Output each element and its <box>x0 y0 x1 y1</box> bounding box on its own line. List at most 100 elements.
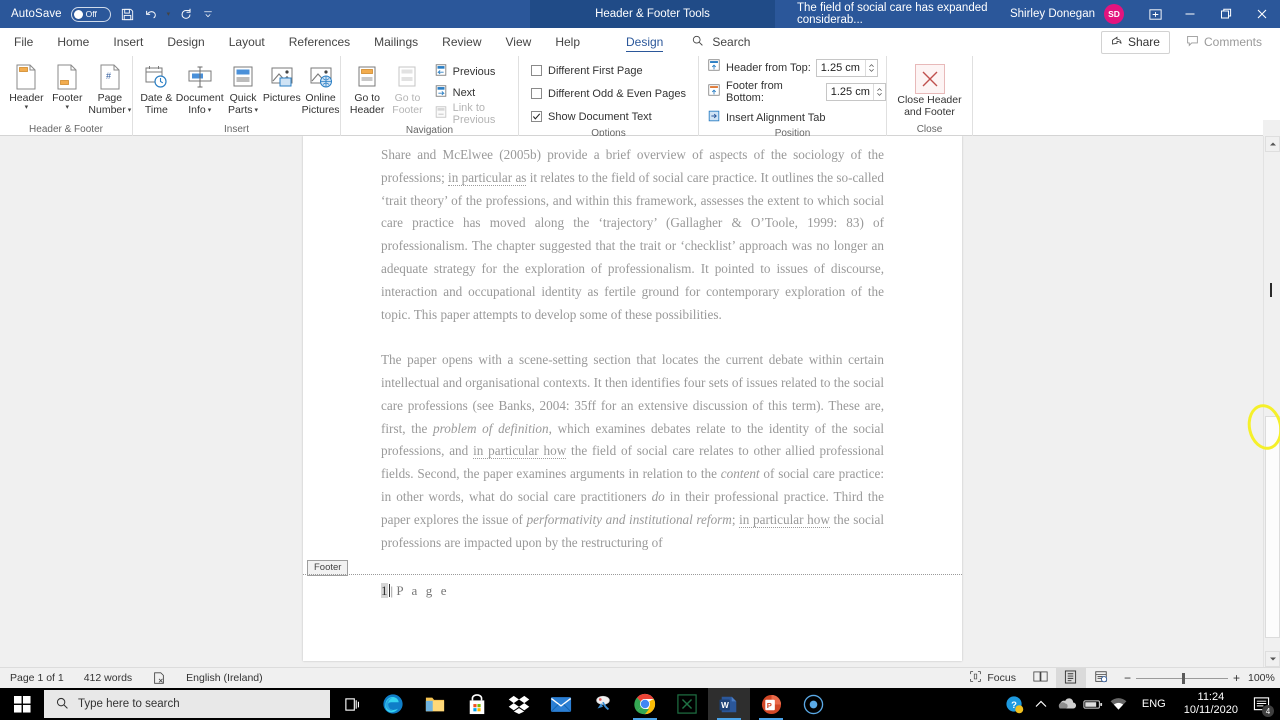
online-pictures-button[interactable]: Online Pictures <box>301 60 340 116</box>
minimize-icon[interactable] <box>1172 0 1208 28</box>
language-status[interactable]: English (Ireland) <box>176 668 272 689</box>
tab-header-footer-design[interactable]: Design <box>614 28 675 56</box>
different-odd-even-pages-checkbox[interactable]: Different Odd & Even Pages <box>531 82 686 105</box>
undo-dropdown-icon[interactable]: ▾ <box>167 11 171 18</box>
tab-help[interactable]: Help <box>543 28 592 56</box>
share-button[interactable]: Share <box>1100 30 1170 54</box>
close-icon[interactable] <box>1244 0 1280 28</box>
split-window-handle[interactable] <box>1263 120 1280 136</box>
p2-grammar-1[interactable]: in particular how <box>473 443 567 460</box>
spinner-arrows[interactable] <box>873 84 885 100</box>
file-explorer-icon[interactable] <box>414 688 456 720</box>
chevron-down-icon[interactable]: ▾ <box>25 104 29 111</box>
restore-icon[interactable] <box>1208 0 1244 28</box>
footer-button[interactable]: Footer ▾ <box>47 60 88 111</box>
tab-view[interactable]: View <box>494 28 544 56</box>
date-time-button[interactable]: Date & Time <box>137 60 176 116</box>
different-first-page-checkbox[interactable]: Different First Page <box>531 59 643 82</box>
zoom-track[interactable] <box>1135 672 1228 684</box>
tab-review[interactable]: Review <box>430 28 493 56</box>
autosave-toggle[interactable]: Off <box>70 6 111 22</box>
scroll-down-button[interactable] <box>1265 651 1280 667</box>
close-header-and-footer-button[interactable]: Close Header and Footer <box>890 62 970 118</box>
header-button[interactable]: Header ▾ <box>6 60 47 111</box>
zoom-thumb[interactable] <box>1181 672 1185 684</box>
wifi-icon[interactable] <box>1106 688 1132 720</box>
windows-start-icon[interactable] <box>0 688 44 720</box>
pictures-button[interactable]: Pictures <box>262 60 301 104</box>
mail-icon[interactable] <box>540 688 582 720</box>
read-mode-button[interactable] <box>1026 668 1056 689</box>
zoom-level[interactable]: 100% <box>1248 672 1280 684</box>
language-indicator[interactable]: ENG <box>1132 698 1176 710</box>
ribbon-display-options-icon[interactable] <box>1138 7 1172 22</box>
zoom-out-button[interactable]: − <box>1124 671 1131 685</box>
page-number-field[interactable]: 1 <box>381 583 388 598</box>
onedrive-icon[interactable] <box>1054 688 1080 720</box>
excel-icon[interactable] <box>666 688 708 720</box>
tab-home[interactable]: Home <box>45 28 101 56</box>
chevron-down-icon[interactable]: ▾ <box>128 107 132 114</box>
insert-alignment-tab-button[interactable]: Insert Alignment Tab <box>707 107 829 128</box>
zoom-slider[interactable]: − + <box>1116 671 1248 685</box>
quick-parts-button[interactable]: Quick Parts ▾ <box>224 60 263 116</box>
focus-mode-button[interactable]: Focus <box>959 668 1026 689</box>
document-canvas[interactable]: Share and McElwee (2005b) provide a brie… <box>0 136 1280 667</box>
word-count[interactable]: 412 words <box>74 668 142 689</box>
p2-grammar-2[interactable]: in particular how <box>739 511 830 528</box>
print-layout-button[interactable] <box>1055 667 1086 689</box>
dropbox-icon[interactable] <box>498 688 540 720</box>
word-icon[interactable]: W <box>708 688 750 720</box>
web-layout-button[interactable] <box>1086 668 1116 689</box>
search-input[interactable]: Type here to search <box>44 690 330 718</box>
powerpoint-icon[interactable]: P <box>750 688 792 720</box>
footer-from-bottom-input[interactable]: 1.25 cm <box>825 83 886 101</box>
task-view-icon[interactable] <box>330 688 372 720</box>
document-body-text[interactable]: Share and McElwee (2005b) provide a brie… <box>381 144 884 577</box>
vertical-scrollbar[interactable] <box>1263 136 1280 667</box>
scrollbar-thumb[interactable] <box>1265 416 1280 638</box>
previous-button[interactable]: Previous <box>430 61 518 82</box>
go-to-header-button[interactable]: Go to Header <box>347 60 387 116</box>
proofing-errors-icon[interactable] <box>142 668 176 689</box>
header-from-top-input[interactable]: 1.25 cm <box>815 58 878 77</box>
chrome-icon[interactable] <box>624 688 666 720</box>
tab-references[interactable]: References <box>277 28 362 56</box>
tab-insert[interactable]: Insert <box>101 28 155 56</box>
page-number-button[interactable]: # Page Number ▾ <box>88 60 132 116</box>
spinner-arrows[interactable] <box>864 59 877 76</box>
edge-icon[interactable] <box>372 688 414 720</box>
document-info-button[interactable]: Document Info ▾ <box>176 60 224 116</box>
search-box[interactable]: Search <box>691 34 750 50</box>
footer-content[interactable]: 1 | P a g e <box>381 583 449 599</box>
tab-design[interactable]: Design <box>155 28 216 56</box>
go-to-footer-button[interactable]: Go to Footer <box>387 60 427 116</box>
customize-quick-access-icon[interactable] <box>202 8 214 20</box>
avatar[interactable]: SD <box>1104 4 1124 24</box>
screen-recorder-icon[interactable] <box>792 688 834 720</box>
document-page[interactable]: Share and McElwee (2005b) provide a brie… <box>303 136 962 661</box>
zoom-in-button[interactable]: + <box>1233 671 1240 685</box>
show-hidden-icons-icon[interactable] <box>1028 688 1054 720</box>
scroll-up-button[interactable] <box>1265 136 1280 152</box>
chevron-down-icon[interactable]: ▾ <box>255 107 259 114</box>
comments-button[interactable]: Comments <box>1178 31 1270 53</box>
page-status[interactable]: Page 1 of 1 <box>0 668 74 689</box>
tab-mailings[interactable]: Mailings <box>362 28 430 56</box>
help-icon[interactable]: ? <box>1002 688 1028 720</box>
chevron-down-icon[interactable]: ▾ <box>208 107 212 114</box>
tab-file[interactable]: File <box>0 28 45 56</box>
chevron-down-icon[interactable]: ▾ <box>66 104 70 111</box>
user-name[interactable]: Shirley Donegan <box>1010 8 1104 20</box>
next-button[interactable]: Next <box>430 82 518 103</box>
link-to-previous-button[interactable]: Link to Previous <box>430 102 518 126</box>
undo-icon[interactable] <box>144 7 158 21</box>
show-document-text-checkbox[interactable]: Show Document Text <box>531 105 652 128</box>
battery-icon[interactable] <box>1080 688 1106 720</box>
action-center-icon[interactable]: 4 <box>1246 688 1276 720</box>
snip-sketch-icon[interactable] <box>582 688 624 720</box>
microsoft-store-icon[interactable] <box>456 688 498 720</box>
p1-grammar-run[interactable]: in particular as <box>448 169 527 186</box>
clock[interactable]: 11:24 10/11/2020 <box>1176 691 1246 717</box>
save-icon[interactable] <box>120 7 135 22</box>
